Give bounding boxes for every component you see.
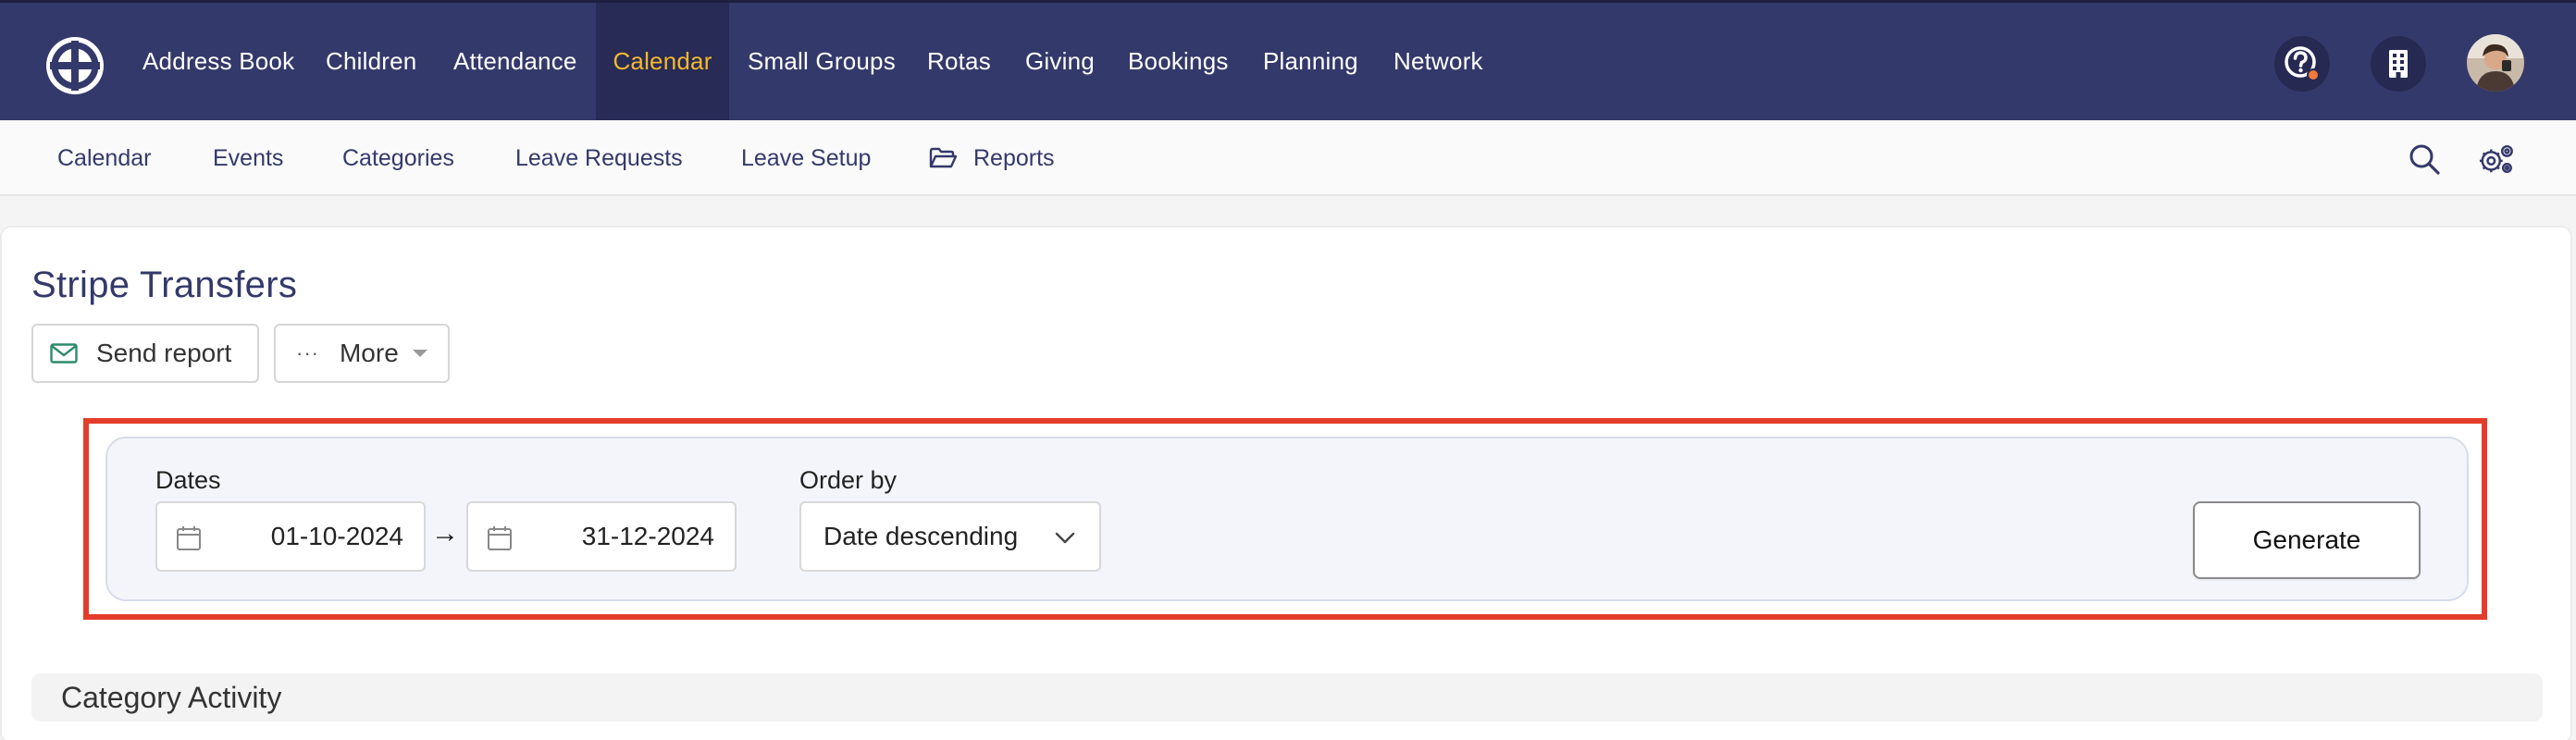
generate-button[interactable]: Generate (2193, 501, 2421, 579)
send-report-label: Send report (96, 339, 232, 367)
calendar-icon (177, 526, 201, 550)
nav-item-rotas[interactable]: Rotas (927, 3, 991, 120)
app-logo-icon[interactable] (44, 35, 105, 96)
send-report-button[interactable]: Send report (31, 324, 259, 383)
search-button[interactable] (2406, 141, 2443, 178)
order-by-value: Date descending (824, 522, 1019, 550)
envelope-icon (50, 343, 78, 364)
help-button[interactable] (2274, 36, 2330, 92)
date-range-arrow: → (431, 518, 459, 549)
nav-item-bookings[interactable]: Bookings (1128, 3, 1229, 120)
date-to-input[interactable]: 31-12-2024 (466, 501, 737, 572)
more-dropdown-button[interactable]: ··· More (274, 324, 450, 383)
subnav-item-calendar[interactable]: Calendar (57, 120, 151, 196)
page-title: Stripe Transfers (31, 265, 298, 305)
date-from-input[interactable]: 01-10-2024 (155, 501, 426, 572)
chevron-down-icon (1055, 532, 1075, 544)
subnav-item-leave-requests[interactable]: Leave Requests (515, 120, 683, 196)
subnav-item-events[interactable]: Events (213, 120, 283, 196)
subnav-item-reports-label: Reports (973, 144, 1055, 171)
building-icon (2389, 50, 2408, 78)
date-from-value: 01-10-2024 (270, 522, 403, 550)
nav-item-calendar[interactable]: Calendar (596, 3, 729, 120)
nav-item-network[interactable]: Network (1393, 3, 1483, 120)
organisation-button[interactable] (2371, 36, 2426, 92)
nav-item-small-groups[interactable]: Small Groups (748, 3, 896, 120)
more-label: More (339, 339, 399, 367)
help-icon (2285, 46, 2320, 81)
nav-item-children[interactable]: Children (326, 3, 416, 120)
avatar-photo-icon (2467, 34, 2524, 92)
nav-item-address-book[interactable]: Address Book (142, 3, 294, 120)
subnav-item-categories[interactable]: Categories (342, 120, 454, 196)
report-filter-panel: Dates 01-10-2024 → 31-12-2024 Order by D… (105, 437, 2469, 601)
user-avatar[interactable] (2467, 34, 2524, 92)
category-activity-header: Category Activity (31, 673, 2543, 722)
order-by-select[interactable]: Date descending (799, 501, 1101, 572)
nav-item-attendance[interactable]: Attendance (453, 3, 577, 120)
settings-gears-icon (2479, 144, 2513, 174)
order-by-label: Order by (799, 466, 898, 494)
dates-label: Dates (155, 466, 221, 494)
top-navigation-bar: Address Book Children Attendance Calenda… (0, 0, 2576, 120)
nav-item-giving[interactable]: Giving (1025, 3, 1095, 120)
calendar-icon (488, 526, 512, 550)
subnav-item-reports[interactable]: Reports (929, 120, 1055, 196)
folder-open-icon (929, 147, 957, 168)
caret-down-icon (412, 350, 427, 357)
main-content: Stripe Transfers Send report ··· More Da… (0, 226, 2572, 740)
ellipsis-icon: ··· (296, 341, 319, 364)
date-to-value: 31-12-2024 (581, 522, 714, 550)
sub-navigation-bar: Calendar Events Categories Leave Request… (0, 120, 2576, 196)
settings-button[interactable] (2478, 141, 2515, 178)
search-icon (2409, 144, 2440, 175)
subnav-item-leave-setup[interactable]: Leave Setup (741, 120, 871, 196)
nav-item-planning[interactable]: Planning (1263, 3, 1358, 120)
